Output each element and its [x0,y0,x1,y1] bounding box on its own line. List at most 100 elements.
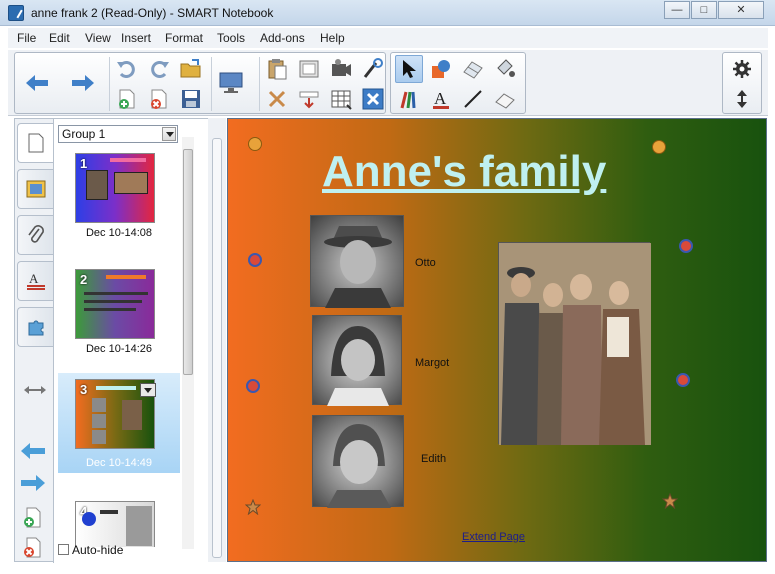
star-icon[interactable] [244,498,262,516]
exclamation-icon[interactable] [676,373,690,387]
toolbar-divider [211,57,212,111]
exclamation-icon[interactable] [246,379,260,393]
minimize-button[interactable]: — [664,1,690,19]
save-button[interactable] [177,85,205,113]
sidebar-splitter[interactable] [208,118,226,562]
sidebar-next-page-button[interactable] [19,473,47,495]
sidebar-scrollbar[interactable] [182,137,194,549]
resize-sidebar-icon[interactable] [21,381,49,399]
arrow-right-icon [21,475,45,491]
portrait-image [327,326,389,406]
magic-pen-button[interactable] [359,55,387,83]
page-thumbnail-3[interactable]: 3 Dec 10-14:49 [58,373,180,473]
screen-capture-button[interactable] [295,85,323,113]
chevron-down-icon [162,127,176,141]
tab-gallery[interactable] [17,169,53,209]
pens-button[interactable] [395,85,423,113]
add-page-button[interactable] [113,85,141,113]
clear-page-button[interactable] [263,85,291,113]
family-photo[interactable] [498,242,651,445]
lines-button[interactable] [459,85,487,113]
margot-photo[interactable] [312,315,402,406]
extend-page-link[interactable]: Extend Page [462,531,525,543]
portrait-image [324,226,392,308]
add-page-icon [24,507,41,528]
menu-file[interactable]: File [17,31,36,45]
thumbnail-image: 2 [75,269,155,339]
delete-page-button[interactable] [145,85,173,113]
puzzle-icon [28,320,43,336]
undo-icon [117,61,135,78]
shapes-button[interactable] [427,55,455,83]
menu-view[interactable]: View [85,31,111,45]
group-dropdown[interactable]: Group 1 [58,125,178,143]
page-number: 1 [80,156,88,171]
page-title[interactable]: Anne's family [322,147,606,197]
menu-edit[interactable]: Edit [49,31,70,45]
arrow-left-icon [26,75,48,91]
undo-button[interactable] [113,55,141,83]
menu-format[interactable]: Format [165,31,203,45]
smart-notebook-icon [8,5,24,21]
notebook-page[interactable]: Anne's family Otto Margot Edith Extend P… [227,118,767,562]
settings-button[interactable] [728,55,756,83]
tab-attachments[interactable] [17,215,53,255]
smiley-icon[interactable] [652,140,666,154]
previous-page-button[interactable] [23,69,51,97]
next-page-button[interactable] [69,69,97,97]
sidebar-add-page-button[interactable] [21,507,45,529]
group-dropdown-value: Group 1 [62,127,106,141]
sidebar-delete-page-button[interactable] [21,537,45,559]
screen-shade-button[interactable] [295,55,323,83]
tab-properties[interactable]: A [17,261,53,301]
text-button[interactable]: A [427,85,455,113]
page-sorter-panel: Group 1 1 Dec 10-14:08 2 Dec 10-14:26 3 … [53,119,209,563]
auto-hide-checkbox[interactable]: Auto-hide [58,543,123,557]
scrollbar-thumb[interactable] [183,149,193,375]
exclamation-icon[interactable] [248,253,262,267]
fill-icon [497,59,515,77]
title-bar: anne frank 2 (Read-Only) - SMART Noteboo… [0,0,775,26]
open-file-button[interactable] [177,55,205,83]
edith-photo[interactable] [312,415,404,508]
star-icon[interactable] [661,492,679,510]
move-toolbar-button[interactable] [728,85,756,113]
paste-icon [268,59,287,80]
page-thumbnail-2[interactable]: 2 Dec 10-14:26 [58,263,180,363]
redo-button[interactable] [145,55,173,83]
menu-add-ons[interactable]: Add-ons [260,31,305,45]
eraser-button[interactable] [459,55,487,83]
add-page-icon [119,89,135,109]
insert-media-button[interactable] [327,55,355,83]
page-thumbnail-4[interactable]: 4 [58,495,180,547]
maximize-button[interactable]: □ [691,1,717,19]
family-image [499,243,651,445]
otto-photo[interactable] [310,215,404,308]
tab-page-sorter[interactable] [17,123,53,163]
tab-add-ons[interactable] [17,307,53,347]
smiley-icon[interactable] [248,137,262,151]
paste-button[interactable] [263,55,291,83]
page-menu-button[interactable] [140,383,156,397]
toolbar-divider [259,57,260,111]
menu-insert[interactable]: Insert [121,31,151,45]
table-button[interactable] [327,85,355,113]
shapes-icon [432,60,450,78]
select-button[interactable] [395,55,423,83]
page-thumbnail-1[interactable]: 1 Dec 10-14:08 [58,147,180,247]
gallery-icon [26,180,45,198]
eraser-alt-button[interactable] [491,85,519,113]
display-button[interactable] [217,69,245,97]
exclamation-icon[interactable] [679,239,693,253]
menu-tools[interactable]: Tools [217,31,245,45]
eraser-alt-icon [495,93,515,109]
sidebar-previous-page-button[interactable] [19,441,47,463]
fill-button[interactable] [491,55,519,83]
close-button[interactable]: ✕ [718,1,764,19]
thumbnail-image: 4 [75,501,155,547]
svg-text:A: A [29,271,39,286]
pens-icon [400,91,416,109]
window-title: anne frank 2 (Read-Only) - SMART Noteboo… [31,6,274,20]
delete-button[interactable] [359,85,387,113]
menu-help[interactable]: Help [320,31,345,45]
